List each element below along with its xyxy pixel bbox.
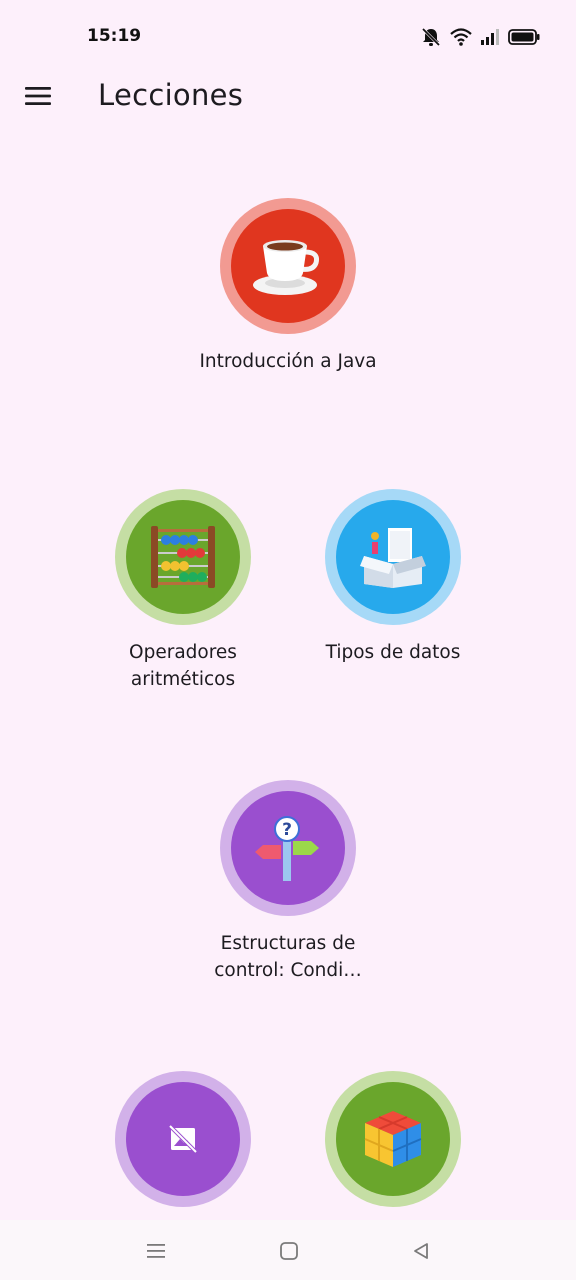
svg-text:?: ? xyxy=(282,820,292,840)
lesson-introduccion-java[interactable]: Introducción a Java xyxy=(188,198,388,375)
image-unavailable-icon xyxy=(168,1124,198,1154)
lesson-ring: ? xyxy=(220,780,356,916)
coffee-cup-icon xyxy=(253,240,319,295)
system-nav-bar xyxy=(0,1220,576,1280)
wifi-icon xyxy=(450,28,472,46)
lesson-item-6[interactable] xyxy=(293,1071,493,1221)
lesson-ring xyxy=(115,1071,251,1207)
battery-icon xyxy=(508,29,540,45)
lesson-ring xyxy=(325,1071,461,1207)
recent-apps-icon[interactable] xyxy=(141,1236,171,1266)
lesson-item-5[interactable] xyxy=(83,1071,283,1221)
lesson-disc xyxy=(126,500,240,614)
lesson-ring xyxy=(325,489,461,625)
status-time: 15:19 xyxy=(87,26,142,46)
lesson-ring xyxy=(115,489,251,625)
lesson-disc xyxy=(336,1082,450,1196)
lesson-label: Operadores aritméticos xyxy=(129,642,237,690)
page-title: Lecciones xyxy=(98,78,244,112)
hamburger-menu-icon[interactable] xyxy=(22,80,54,112)
screen: 15:19 Lecciones Introducción a Java Oper… xyxy=(0,0,576,1280)
lesson-disc xyxy=(126,1082,240,1196)
signal-icon xyxy=(480,29,500,45)
lesson-ring xyxy=(220,198,356,334)
app-bar: Lecciones xyxy=(0,72,576,122)
lesson-tipos-de-datos[interactable]: Tipos de datos xyxy=(293,489,493,666)
cube-icon xyxy=(364,1111,422,1167)
lesson-label: Estructuras de control: Condi… xyxy=(214,933,362,981)
lesson-label: Introducción a Java xyxy=(199,351,377,372)
lesson-estructuras-de-control[interactable]: ? Estructuras de control: Condi… xyxy=(188,780,388,984)
back-icon[interactable] xyxy=(406,1236,436,1266)
status-icons xyxy=(420,26,540,48)
lesson-label: Tipos de datos xyxy=(325,642,461,663)
lesson-disc: ? xyxy=(231,791,345,905)
signpost-question-icon: ? xyxy=(255,816,319,881)
abacus-icon xyxy=(151,526,215,588)
status-bar: 15:19 xyxy=(0,0,576,72)
mute-icon xyxy=(420,27,442,47)
lesson-operadores-aritmeticos[interactable]: Operadores aritméticos xyxy=(83,489,283,693)
data-box-icon xyxy=(360,528,426,588)
lesson-disc xyxy=(231,209,345,323)
home-icon[interactable] xyxy=(274,1236,304,1266)
lesson-disc xyxy=(336,500,450,614)
